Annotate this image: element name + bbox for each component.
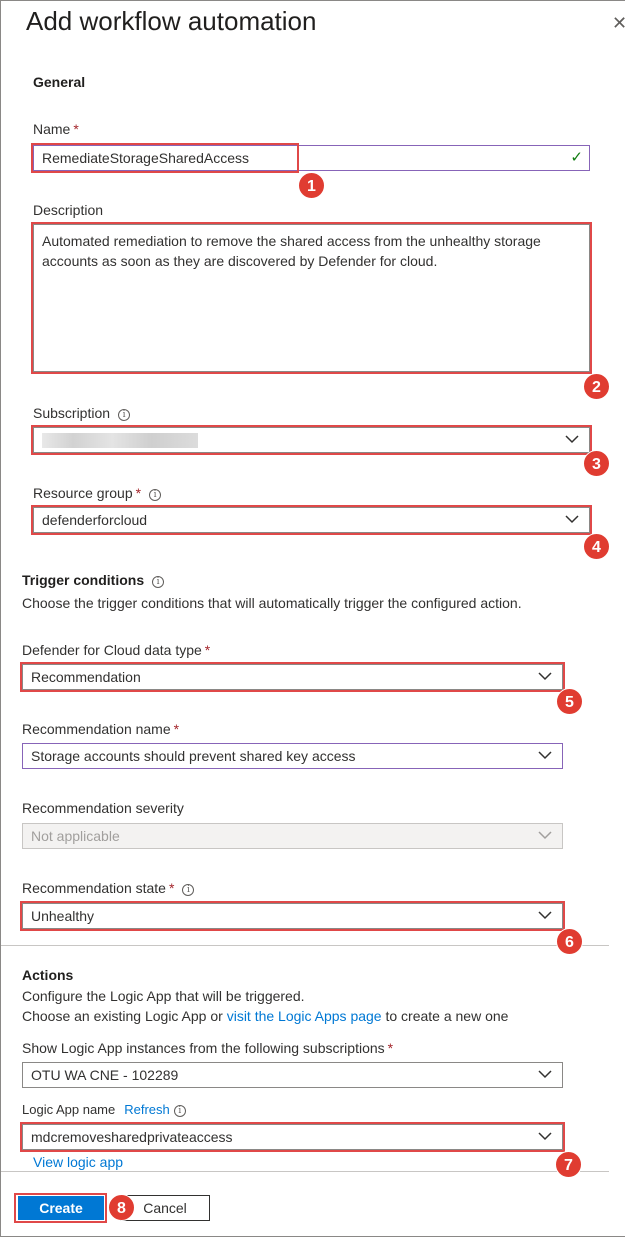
data-type-dropdown[interactable]: Recommendation (22, 664, 563, 690)
actions-heading: Actions (22, 967, 74, 983)
chevron-down-icon (565, 515, 579, 524)
info-icon[interactable]: i (173, 1105, 186, 1117)
description-input[interactable]: Automated remediation to remove the shar… (33, 224, 590, 372)
actions-description-2: Choose an existing Logic App or visit th… (22, 1008, 509, 1024)
info-icon[interactable]: i (118, 409, 131, 421)
description-line-2: accounts as soon as they are discovered … (42, 253, 438, 269)
state-value: Unhealthy (31, 908, 95, 924)
section-divider (1, 945, 609, 946)
description-line-1: Automated remediation to remove the shar… (42, 233, 541, 249)
resource-group-dropdown[interactable]: defenderforcloud (33, 507, 590, 533)
chevron-down-icon (538, 672, 552, 681)
trigger-description: Choose the trigger conditions that will … (22, 595, 522, 611)
required-marker: * (135, 485, 142, 501)
required-marker: * (173, 721, 180, 737)
resource-group-label: Resource group * i (33, 485, 162, 501)
severity-value: Not applicable (31, 828, 120, 844)
name-input-value: RemediateStorageSharedAccess (42, 150, 250, 166)
callout-badge: 2 (583, 373, 610, 400)
rec-name-value: Storage accounts should prevent shared k… (31, 748, 356, 764)
close-icon[interactable]: ✕ (612, 14, 625, 32)
callout-badge: 5 (556, 688, 583, 715)
callout-badge: 8 (108, 1194, 135, 1221)
logic-app-name-label: Logic App name Refresh i (22, 1102, 186, 1117)
required-marker: * (204, 642, 211, 658)
chevron-down-icon (538, 1132, 552, 1141)
callout-badge: 4 (583, 533, 610, 560)
chevron-down-icon (565, 435, 579, 444)
footer-divider (1, 1171, 609, 1172)
rec-name-dropdown[interactable]: Storage accounts should prevent shared k… (22, 743, 563, 769)
logic-app-subscriptions-dropdown[interactable]: OTU WA CNE - 102289 (22, 1062, 563, 1088)
actions-description-1: Configure the Logic App that will be tri… (22, 988, 305, 1004)
callout-badge: 6 (556, 928, 583, 955)
required-marker: * (387, 1040, 394, 1056)
callout-badge: 3 (583, 450, 610, 477)
checkmark-icon: ✓ (570, 149, 583, 166)
logic-app-name-dropdown[interactable]: mdcremovesharedprivateaccess (22, 1124, 563, 1150)
chevron-down-icon (538, 911, 552, 920)
create-button[interactable]: Create (18, 1196, 104, 1220)
data-type-value: Recommendation (31, 669, 141, 685)
chevron-down-icon (538, 751, 552, 760)
subscription-value-redacted (42, 433, 198, 448)
trigger-heading: Trigger conditions i (22, 572, 165, 588)
name-input[interactable]: RemediateStorageSharedAccess ✓ (33, 145, 590, 171)
severity-dropdown: Not applicable (22, 823, 563, 849)
general-heading: General (33, 74, 86, 90)
required-marker: * (168, 880, 175, 896)
subscription-dropdown[interactable] (33, 427, 590, 453)
chevron-down-icon (538, 1070, 552, 1079)
state-label: Recommendation state * i (22, 880, 195, 896)
refresh-link[interactable]: Refresh (124, 1102, 170, 1117)
subscription-label: Subscription i (33, 405, 131, 421)
callout-badge: 7 (555, 1151, 582, 1178)
logic-app-name-value: mdcremovesharedprivateaccess (31, 1129, 233, 1145)
name-label: Name * (33, 121, 79, 137)
rec-name-label: Recommendation name * (22, 721, 180, 737)
chevron-down-icon (538, 831, 552, 840)
logic-app-subscriptions-value: OTU WA CNE - 102289 (31, 1067, 179, 1083)
required-marker: * (73, 121, 79, 137)
info-icon[interactable]: i (152, 576, 165, 588)
logic-app-subscriptions-label: Show Logic App instances from the follow… (22, 1040, 394, 1056)
data-type-label: Defender for Cloud data type * (22, 642, 211, 658)
info-icon[interactable]: i (149, 489, 162, 501)
state-dropdown[interactable]: Unhealthy (22, 903, 563, 929)
resource-group-value: defenderforcloud (42, 512, 148, 528)
view-logic-app-link[interactable]: View logic app (33, 1154, 123, 1170)
description-label: Description (33, 202, 104, 218)
logic-apps-page-link[interactable]: visit the Logic Apps page (227, 1008, 382, 1024)
callout-badge: 1 (298, 172, 325, 199)
info-icon[interactable]: i (182, 884, 195, 896)
severity-label: Recommendation severity (22, 800, 184, 816)
panel-title: Add workflow automation (26, 6, 317, 36)
